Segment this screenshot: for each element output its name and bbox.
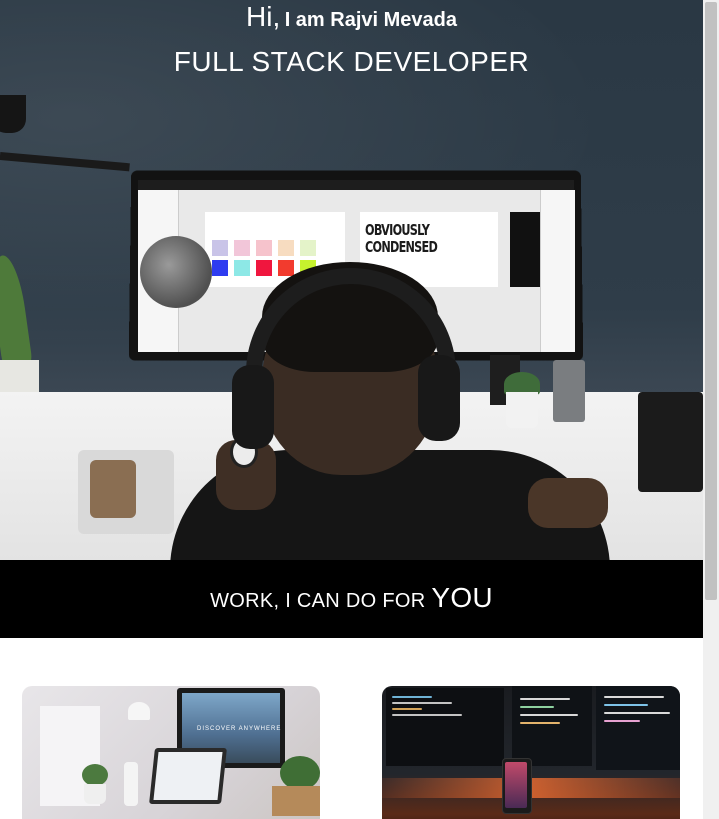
lamp-image [128, 702, 150, 720]
bottle-image [124, 762, 138, 806]
swatch [212, 260, 228, 276]
person-hand [528, 478, 608, 528]
headphone-cup-right [418, 355, 460, 441]
plant-image [82, 764, 108, 786]
monitor-image [386, 688, 504, 766]
work-cards: DISCOVER ANYWHERE [0, 638, 703, 819]
screen-dark-card [510, 212, 540, 287]
code-line [392, 702, 452, 704]
portfolio-page: OBVIOUSLY CONDENSED Hi, I am Rajvi Mevad… [0, 0, 719, 819]
code-line [520, 706, 554, 708]
tablet-image [638, 392, 703, 492]
code-line [604, 696, 664, 698]
code-line [520, 714, 578, 716]
code-line [604, 712, 670, 714]
swatch [234, 260, 250, 276]
headphone-cup-left [232, 365, 274, 449]
monitor-caption: DISCOVER ANYWHERE [197, 726, 282, 732]
code-line [520, 698, 570, 700]
work-section-heading: WORK, I CAN DO FOR YOU [0, 560, 703, 638]
work-card-development[interactable] [382, 686, 680, 819]
work-heading: WORK, I CAN DO FOR YOU [210, 582, 493, 614]
swatch [212, 240, 228, 256]
screen-type-text: OBVIOUSLY CONDENSED [365, 221, 438, 256]
lamp-image [0, 95, 26, 133]
laptop-screen [153, 752, 223, 800]
hero-intro: I am Rajvi Mevada [284, 9, 457, 31]
hero-title: Hi, I am Rajvi Mevada FULL STACK DEVELOP… [0, 0, 703, 78]
swatch [278, 240, 294, 256]
swatch [234, 240, 250, 256]
scrollbar-thumb[interactable] [705, 2, 717, 600]
work-heading-text: WORK, I CAN DO FOR [210, 590, 426, 612]
code-line [604, 720, 640, 722]
code-line [520, 722, 560, 724]
work-heading-emphasis: YOU [431, 582, 493, 613]
swatch [300, 240, 316, 256]
hero-hi: Hi, [246, 1, 281, 32]
code-line [392, 696, 432, 698]
code-line [604, 704, 648, 706]
pot-image [272, 786, 320, 816]
plant-image [280, 756, 320, 790]
microphone-image [140, 236, 212, 308]
hero-role: FULL STACK DEVELOPER [173, 46, 530, 77]
phone-image [90, 460, 136, 518]
work-card-web-design[interactable]: DISCOVER ANYWHERE [22, 686, 320, 819]
speaker-image [553, 360, 585, 422]
swatch [256, 260, 272, 276]
hero-section: OBVIOUSLY CONDENSED Hi, I am Rajvi Mevad… [0, 0, 703, 560]
hero-greeting: Hi, I am Rajvi Mevada [0, 1, 703, 38]
screen-sidebar-right [540, 190, 575, 352]
monitor-image [596, 686, 680, 770]
swatch [256, 240, 272, 256]
code-line [392, 708, 422, 710]
screen-toolbar [138, 180, 574, 190]
code-line [392, 714, 462, 716]
phone-screen [505, 762, 527, 808]
swatch [278, 260, 294, 276]
small-pot-image [506, 392, 538, 428]
pot-image [84, 784, 106, 804]
